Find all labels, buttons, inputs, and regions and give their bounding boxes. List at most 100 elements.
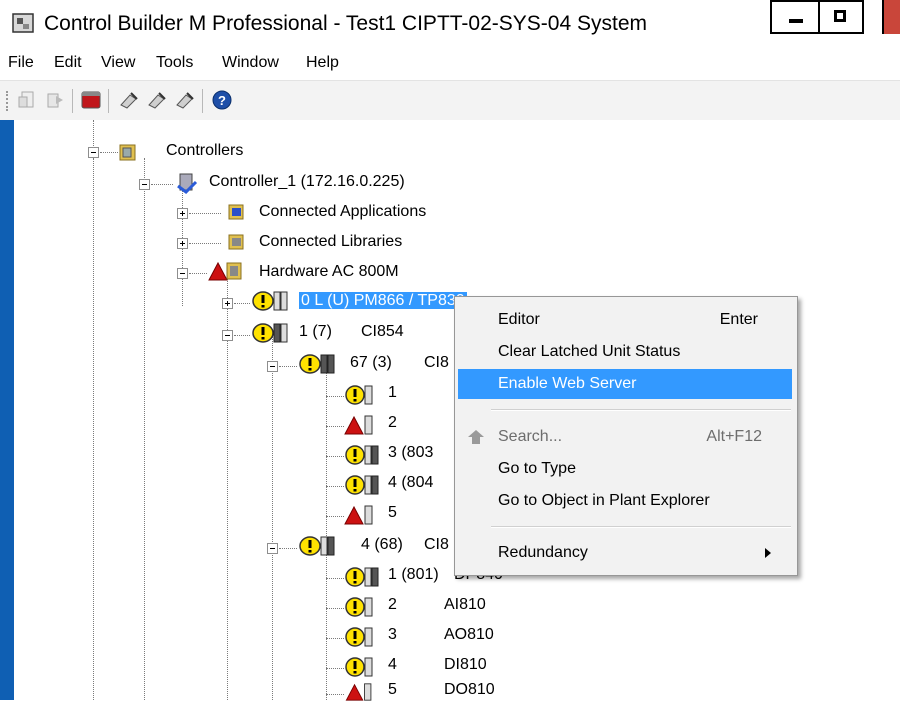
controller-icon: [177, 173, 198, 194]
warning-module-icon: [252, 291, 288, 311]
minimize-icon: [789, 19, 803, 23]
help-icon[interactable]: ?: [211, 89, 233, 111]
menu-item-redundancy[interactable]: Redundancy: [458, 538, 792, 568]
editor-shortcut: Enter: [719, 311, 758, 328]
expand-connected-libraries[interactable]: [177, 238, 188, 249]
toolbar-grip[interactable]: [6, 91, 10, 111]
left-panel-edge: [0, 120, 14, 700]
warning-module-icon: [345, 445, 379, 465]
stop-icon[interactable]: [80, 89, 102, 111]
tree-item-controller-1[interactable]: Controller_1 (172.16.0.225): [209, 173, 405, 191]
collapse-controller-1[interactable]: [139, 179, 150, 190]
menu-separator: [491, 409, 791, 411]
tree-item-4-68-type: CI8: [424, 536, 449, 553]
error-module-icon: [345, 683, 372, 701]
menu-window[interactable]: Window: [222, 54, 279, 72]
clear-latched-label: Clear Latched Unit Status: [498, 343, 681, 360]
tree-item-67-type: CI8: [424, 354, 449, 371]
tree-item-4-68-child-4-type: DI810: [444, 656, 487, 673]
menu-file[interactable]: File: [8, 54, 34, 72]
libraries-icon: [228, 234, 244, 250]
search-label: Search...: [498, 428, 563, 445]
tree-item-4-68-child-3-pos[interactable]: 3: [388, 626, 397, 644]
tree-item-4-68-child-5-pos[interactable]: 5: [388, 681, 397, 699]
window-controls: [770, 0, 900, 40]
compile-icon[interactable]: [118, 89, 140, 111]
search-shortcut: Alt+F12: [706, 428, 762, 445]
tree-item-67-child-2[interactable]: 2: [388, 414, 397, 432]
warning-module-icon: [345, 627, 373, 647]
warning-module-icon: [345, 475, 379, 495]
menu-item-editor[interactable]: Editor Enter: [458, 305, 792, 335]
menu-item-search[interactable]: Search... Alt+F12: [458, 422, 792, 452]
menu-bar: File Edit View Tools Window Help: [0, 50, 900, 78]
menu-edit[interactable]: Edit: [54, 54, 82, 72]
go-to-type-label: Go to Type: [498, 460, 576, 477]
submenu-arrow-icon: [765, 548, 771, 558]
expand-connected-applications[interactable]: [177, 208, 188, 219]
toolbar: ?: [0, 80, 900, 122]
collapse-controllers[interactable]: [88, 147, 99, 158]
applications-icon: [228, 204, 244, 220]
tree-item-67-child-5[interactable]: 5: [388, 504, 397, 522]
warning-module-icon: [299, 536, 335, 556]
tree-item-67-pos[interactable]: 67 (3): [350, 354, 392, 372]
tree-item-ci854-type: CI854: [361, 323, 404, 340]
menu-tools[interactable]: Tools: [156, 54, 193, 72]
tree-item-67-child-3[interactable]: 3 (803: [388, 444, 433, 462]
tree-item-ci854-pos[interactable]: 1 (7): [299, 323, 332, 341]
tree-item-pm866[interactable]: 0 L (U) PM866 / TP830: [299, 292, 467, 309]
window-title: Control Builder M Professional - Test1 C…: [44, 12, 648, 35]
tree-item-4-68-child-2-type: AI810: [444, 596, 486, 613]
tree-item-4-68-child-2-pos[interactable]: 2: [388, 596, 397, 614]
app-icon: [12, 13, 34, 33]
tree-item-4-68-pos[interactable]: 4 (68): [361, 536, 403, 554]
tree-item-controllers[interactable]: Controllers: [166, 142, 243, 160]
warning-module-icon: [252, 323, 288, 343]
tree-item-connected-applications[interactable]: Connected Applications: [259, 203, 426, 221]
tree-item-67-child-1[interactable]: 1: [388, 384, 397, 402]
warning-module-icon: [299, 354, 335, 374]
go-online-icon[interactable]: [174, 89, 196, 111]
redundancy-label: Redundancy: [498, 544, 588, 561]
go-to-object-label: Go to Object in Plant Explorer: [498, 492, 710, 509]
editor-label: Editor: [498, 311, 540, 328]
menu-view[interactable]: View: [101, 54, 135, 72]
menu-item-clear-latched[interactable]: Clear Latched Unit Status: [458, 337, 792, 367]
warning-module-icon: [345, 657, 373, 677]
menu-separator: [491, 526, 791, 528]
tree-item-hardware[interactable]: Hardware AC 800M: [259, 263, 399, 281]
title-bar: Control Builder M Professional - Test1 C…: [0, 0, 900, 48]
error-module-icon: [344, 415, 373, 435]
menu-help[interactable]: Help: [306, 54, 339, 72]
minimize-button[interactable]: [770, 0, 820, 34]
tree-item-4-68-child-1-pos[interactable]: 1 (801): [388, 566, 439, 584]
menu-item-enable-web-server[interactable]: Enable Web Server: [458, 369, 792, 399]
collapse-ci854[interactable]: [222, 330, 233, 341]
tree-item-4-68-child-3-type: AO810: [444, 626, 494, 643]
tree-item-4-68-child-4-pos[interactable]: 4: [388, 656, 397, 674]
hardware-error-icon: [208, 261, 242, 281]
warning-module-icon: [345, 597, 373, 617]
collapse-hardware[interactable]: [177, 268, 188, 279]
svg-text:?: ?: [218, 93, 226, 108]
maximize-icon: [834, 10, 846, 22]
expand-pm866[interactable]: [222, 298, 233, 309]
tree-item-connected-libraries[interactable]: Connected Libraries: [259, 233, 402, 251]
new-icon[interactable]: [16, 89, 38, 111]
collapse-4-68[interactable]: [267, 543, 278, 554]
controllers-folder-icon: [119, 144, 136, 161]
toolbar-separator: [202, 89, 203, 113]
tree-item-4-68-child-5-type: DO810: [444, 681, 495, 698]
menu-item-go-to-type[interactable]: Go to Type: [458, 454, 792, 484]
menu-item-go-to-object[interactable]: Go to Object in Plant Explorer: [458, 486, 792, 516]
download-icon[interactable]: [146, 89, 168, 111]
tree-item-67-child-4[interactable]: 4 (804: [388, 474, 433, 492]
open-icon[interactable]: [44, 89, 66, 111]
toolbar-separator: [108, 89, 109, 113]
maximize-button[interactable]: [818, 0, 864, 34]
error-module-icon: [344, 505, 373, 525]
close-button[interactable]: [882, 0, 900, 34]
search-icon: [468, 430, 484, 444]
collapse-67[interactable]: [267, 361, 278, 372]
